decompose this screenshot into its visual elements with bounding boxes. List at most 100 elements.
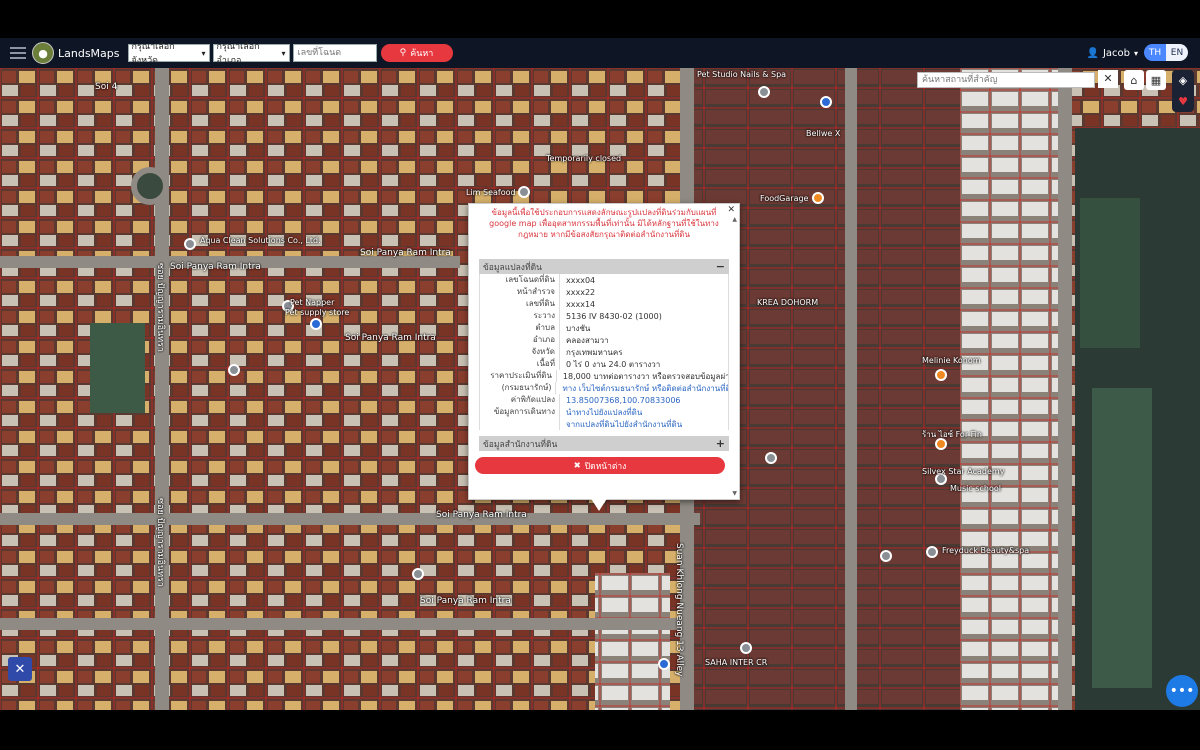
row-label: หน้าสำรวจ <box>480 286 560 298</box>
poi-label: Bellwe X <box>806 129 841 138</box>
deed-number-input[interactable] <box>292 44 377 62</box>
poi-label: Lim Seafood <box>466 188 516 197</box>
table-row: เลขโฉนดที่ดิน xxxx04 <box>480 274 728 286</box>
poi-label: Melinie Konom <box>922 356 981 365</box>
map-pin-icon[interactable] <box>758 86 770 98</box>
close-icon[interactable]: ✕ <box>727 205 735 215</box>
close-icon[interactable]: ✕ <box>1098 70 1118 88</box>
navigate-to-office-link[interactable]: จากแปลงที่ดินไปยังสำนักงานที่ดิน <box>560 418 682 431</box>
heart-icon[interactable]: ♥ <box>1178 95 1188 108</box>
place-search-input[interactable] <box>917 72 1095 88</box>
section-title: ข้อมูลสำนักงานที่ดิน <box>483 439 558 450</box>
province-select[interactable]: กรุณาเลือกจังหวัด ▾ <box>127 42 210 66</box>
street-label: Soi Panya Ram Intra <box>170 262 261 272</box>
map-pin-icon[interactable] <box>184 238 196 250</box>
row-label: ข้อมูลการเดินทาง <box>480 406 560 418</box>
street-label: Soi 4 <box>95 82 118 92</box>
row-value: xxxx04 <box>566 275 596 285</box>
layers-icon[interactable]: ◈ <box>1179 74 1187 87</box>
home-icon[interactable]: ⌂ <box>1124 70 1144 90</box>
vertical-street-label: ซอย ปัญญารามอินทรา <box>155 498 165 587</box>
row-label: (กรมธนารักษ์) <box>480 382 557 394</box>
poi-label: FoodGarage <box>760 194 809 203</box>
app-logo: ● <box>32 42 54 64</box>
top-navigation-bar: ● LandsMaps กรุณาเลือกจังหวัด ▾ กรุณาเลื… <box>0 38 1200 68</box>
row-label: อำเภอ <box>480 334 560 346</box>
map-pin-icon[interactable] <box>765 452 777 464</box>
row-label: ราคาประเมินที่ดิน <box>480 370 557 382</box>
layers-panel: ◈ ♥ <box>1172 70 1194 112</box>
map-pin-icon[interactable] <box>926 546 938 558</box>
map-pin-icon[interactable] <box>880 550 892 562</box>
map-pin-icon[interactable] <box>658 658 670 670</box>
street-label: Soi Panya Ram Intra <box>436 510 527 520</box>
table-row: หน้าสำรวจ xxxx22 <box>480 286 728 298</box>
street-label: Soi Panya Ram Intra <box>360 248 451 258</box>
land-office-section-header[interactable]: ข้อมูลสำนักงานที่ดิน + <box>479 436 729 451</box>
row-label: เลขโฉนดที่ดิน <box>480 274 560 286</box>
map-pin-icon[interactable] <box>935 369 947 381</box>
table-row: เลขที่ดิน xxxx14 <box>480 298 728 310</box>
map-pin-icon[interactable] <box>740 642 752 654</box>
lang-th-button[interactable]: TH <box>1144 44 1166 61</box>
user-name: Jacob <box>1102 47 1130 59</box>
row-value: 5136 IV 8430-02 (1000) <box>566 311 662 321</box>
table-row: ราคาประเมินที่ดิน 18,000 บาทต่อตารางวา หร… <box>480 370 728 382</box>
vertical-street-label: Suan Khlong Nueang 13 Alley <box>674 543 684 677</box>
search-button[interactable]: ⚲ ค้นหา <box>380 44 453 62</box>
province-select-value: กรุณาเลือกจังหวัด <box>131 42 175 66</box>
tools-icon[interactable]: ✕ <box>8 657 32 681</box>
table-row: ตำบล บางชัน <box>480 322 728 334</box>
map-pin-icon[interactable] <box>518 186 530 198</box>
table-row: ข้อมูลการเดินทาง นำทางไปยังแปลงที่ดิน <box>480 406 728 418</box>
map-pin-icon[interactable] <box>310 318 322 330</box>
table-row: เนื้อที่ 0 ไร่ 0 งาน 24.0 ตารางวา <box>480 358 728 370</box>
district-select[interactable]: กรุณาเลือกอำเภอ ▾ <box>212 42 290 66</box>
map-pin-icon[interactable] <box>228 364 240 376</box>
popup-pointer <box>590 497 608 511</box>
menu-icon[interactable] <box>10 44 26 62</box>
chevron-down-icon: ▾ <box>201 48 206 58</box>
row-label: เลขที่ดิน <box>480 298 560 310</box>
language-toggle: TH EN <box>1144 44 1188 61</box>
more-icon: ••• <box>1169 683 1195 699</box>
grid-icon[interactable]: ▦ <box>1146 70 1166 90</box>
chevron-down-icon: ▾ <box>1133 48 1138 58</box>
parcel-info-section-header[interactable]: ข้อมูลแปลงที่ดิน − <box>479 259 729 274</box>
map-pin-icon[interactable] <box>412 568 424 580</box>
parcel-info-table: เลขโฉนดที่ดิน xxxx04 หน้าสำรวจ xxxx22 เลขท… <box>479 274 729 430</box>
treasury-website-link[interactable]: ทาง เว็บไซต์กรมธนารักษ์ หรือติดต่อสำนักง… <box>556 382 728 395</box>
scroll-up-icon[interactable]: ▲ <box>732 216 737 223</box>
map-pin-icon[interactable] <box>820 96 832 108</box>
close-icon: ✖ <box>573 460 581 471</box>
row-label <box>480 418 560 430</box>
district-select-value: กรุณาเลือกอำเภอ <box>216 42 260 66</box>
street-label: Soi Panya Ram Intra <box>345 333 436 343</box>
user-menu[interactable]: 👤 Jacob ▾ <box>1086 38 1138 68</box>
row-value: xxxx22 <box>566 287 596 297</box>
row-label: ค่าพิกัดแปลง <box>480 394 560 406</box>
map-pin-icon[interactable] <box>812 192 824 204</box>
poi-label: Silvex Star Academy <box>922 467 1005 476</box>
close-window-button[interactable]: ✖ ปิดหน้าต่าง <box>475 457 725 474</box>
user-icon: 👤 <box>1086 47 1099 59</box>
poi-label: Freyduck Beauty&spa <box>942 546 1030 555</box>
close-window-label: ปิดหน้าต่าง <box>584 461 627 472</box>
row-value: xxxx14 <box>566 299 596 309</box>
vertical-street-label: ซอย ปัญญารามอินทรา <box>155 263 165 352</box>
app-title: LandsMaps <box>58 46 120 60</box>
parcel-info-popup: ✕ ▲ ▼ ข้อมูลนี้เพื่อใช้ประกอบการแสดงลักษ… <box>468 203 740 500</box>
lang-en-button[interactable]: EN <box>1166 44 1188 61</box>
coordinates-link[interactable]: 13.85007368,100.70833006 <box>560 396 681 405</box>
more-options-button[interactable]: ••• <box>1166 675 1198 707</box>
disclaimer-notice: ข้อมูลนี้เพื่อใช้ประกอบการแสดงลักษณะรูปแ… <box>489 208 719 239</box>
poi-label: Pet Napper <box>290 298 335 307</box>
chevron-down-icon: ▾ <box>281 48 286 58</box>
expand-icon[interactable]: + <box>716 437 725 450</box>
row-label: จังหวัด <box>480 346 560 358</box>
poi-label: ร้าน ไอซ์ For Fin <box>922 430 982 439</box>
table-row: จากแปลงที่ดินไปยังสำนักงานที่ดิน <box>480 418 728 430</box>
scroll-down-icon[interactable]: ▼ <box>732 490 737 497</box>
collapse-icon[interactable]: − <box>716 260 725 273</box>
row-label: ตำบล <box>480 322 560 334</box>
